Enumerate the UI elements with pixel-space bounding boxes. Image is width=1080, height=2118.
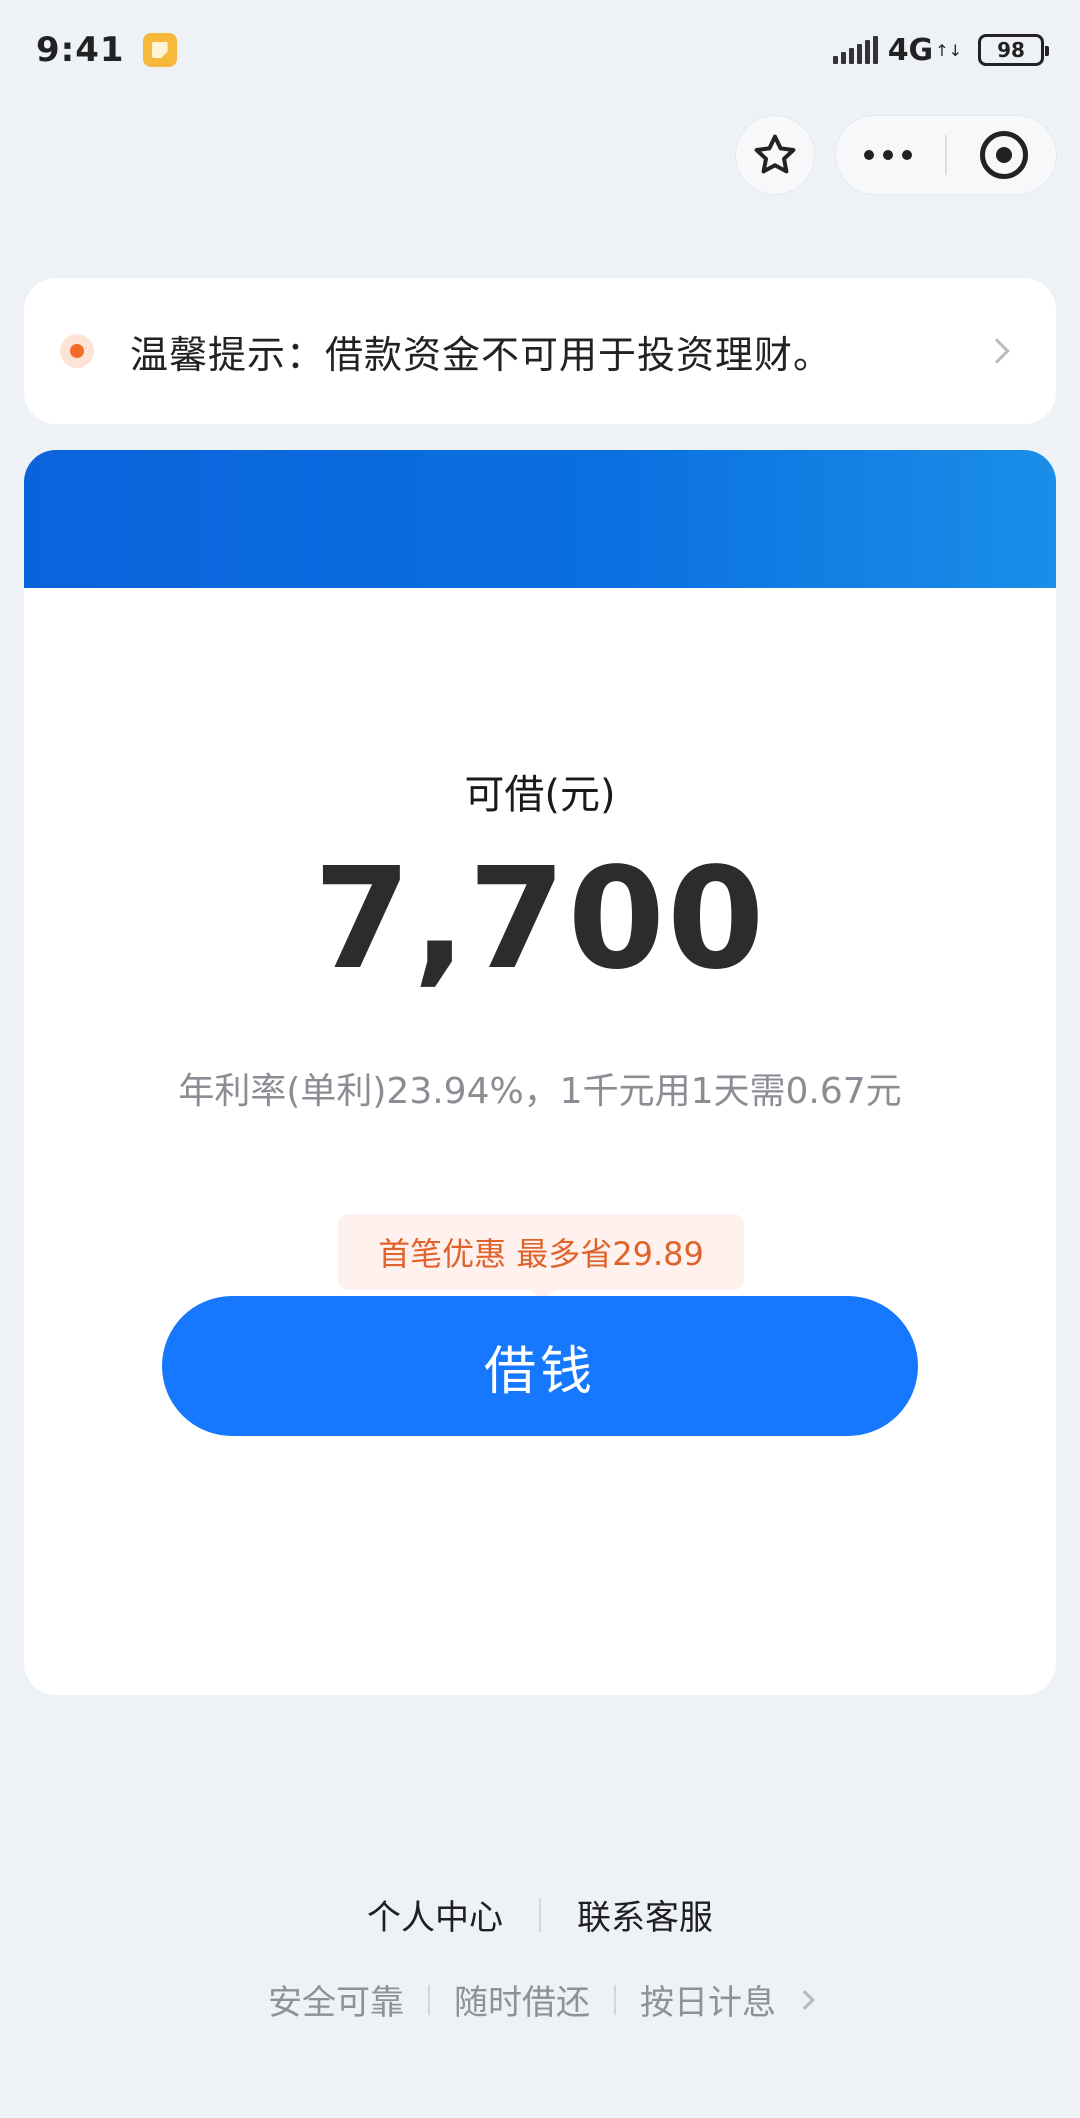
notice-dot-icon xyxy=(60,334,94,368)
personal-center-link[interactable]: 个人中心 xyxy=(367,1890,503,1939)
mini-program-capsule xyxy=(835,115,1057,195)
loan-limit-amount: 7,700 xyxy=(313,838,767,1001)
status-bar: 9:41 4G ↑↓ 98 xyxy=(0,0,1080,100)
chevron-right-icon xyxy=(795,1989,815,2010)
close-mini-program-icon[interactable] xyxy=(980,131,1028,179)
tag-divider xyxy=(614,1984,616,2015)
status-time: 9:41 xyxy=(36,30,125,70)
star-icon xyxy=(754,134,796,174)
battery-level: 98 xyxy=(997,38,1025,62)
card-banner xyxy=(24,450,1056,588)
battery-icon: 98 xyxy=(978,34,1049,66)
promo-badge: 首笔优惠 最多省29.89 xyxy=(338,1214,744,1302)
chevron-right-icon xyxy=(984,338,1010,364)
customer-service-link[interactable]: 联系客服 xyxy=(577,1890,713,1939)
tag-secure: 安全可靠 xyxy=(268,1983,404,2023)
loan-card: 可借(元) 7,700 年利率(单利)23.94%，1千元用1天需0.67元 首… xyxy=(24,450,1056,1695)
signal-strength-icon xyxy=(832,36,878,64)
page: 9:41 4G ↑↓ 98 温馨提示：借款资金不可用于投资理财。 可借(元) 7… xyxy=(0,0,1080,2118)
notice-bar[interactable]: 温馨提示：借款资金不可用于投资理财。 xyxy=(24,278,1056,424)
notification-app-icon xyxy=(142,33,177,67)
notice-text: 温馨提示：借款资金不可用于投资理财。 xyxy=(130,332,833,377)
loan-limit-label: 可借(元) xyxy=(464,772,616,818)
status-left: 9:41 xyxy=(36,30,177,70)
tag-daily-interest: 按日计息 xyxy=(640,1983,776,2023)
borrow-button[interactable]: 借钱 xyxy=(162,1296,918,1436)
data-activity-icon: ↑↓ xyxy=(935,40,962,60)
network-type: 4G xyxy=(887,32,934,68)
more-options-icon[interactable] xyxy=(864,150,912,160)
tag-flexible: 随时借还 xyxy=(454,1983,590,2023)
favorite-button[interactable] xyxy=(735,115,815,195)
footer-divider xyxy=(539,1897,541,1932)
footer-tags[interactable]: 安全可靠 随时借还 按日计息 xyxy=(0,1975,1080,2024)
status-right: 4G ↑↓ 98 xyxy=(832,32,1049,68)
footer-links: 个人中心 联系客服 xyxy=(0,1890,1080,1939)
tag-divider xyxy=(428,1984,430,2015)
interest-rate-text: 年利率(单利)23.94%，1千元用1天需0.67元 xyxy=(178,1071,902,1112)
capsule-divider xyxy=(945,135,947,175)
